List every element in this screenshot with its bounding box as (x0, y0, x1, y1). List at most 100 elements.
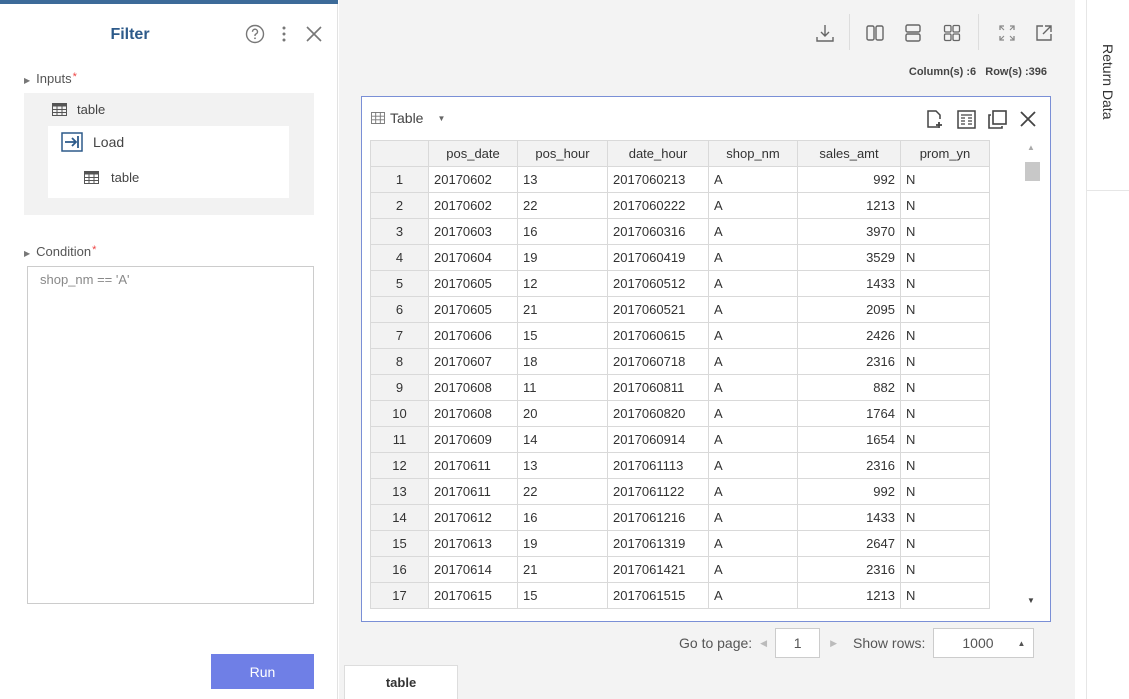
cell-prom-yn[interactable]: N (900, 270, 990, 297)
table-row[interactable]: 6 20170605 21 2017060521 A 2095 N (370, 296, 990, 323)
column-header-pos-date[interactable]: pos_date (428, 140, 518, 167)
cell-shop-nm[interactable]: A (708, 322, 798, 349)
cell-prom-yn[interactable]: N (900, 348, 990, 375)
cell-pos-date[interactable]: 20170606 (428, 322, 518, 349)
cell-pos-date[interactable]: 20170605 (428, 296, 518, 323)
table-row[interactable]: 8 20170607 18 2017060718 A 2316 N (370, 348, 990, 375)
cell-sales-amt[interactable]: 1213 (797, 582, 901, 609)
cell-prom-yn[interactable]: N (900, 322, 990, 349)
grid-layout-icon[interactable] (939, 20, 965, 46)
cell-shop-nm[interactable]: A (708, 556, 798, 583)
tab-table[interactable]: table (344, 665, 458, 699)
cell-prom-yn[interactable]: N (900, 504, 990, 531)
cell-date-hour[interactable]: 2017060521 (607, 296, 709, 323)
cell-prom-yn[interactable]: N (900, 244, 990, 271)
cell-date-hour[interactable]: 2017060316 (607, 218, 709, 245)
cell-shop-nm[interactable]: A (708, 270, 798, 297)
cell-prom-yn[interactable]: N (900, 400, 990, 427)
cell-pos-hour[interactable]: 19 (517, 530, 608, 557)
download-icon[interactable] (812, 20, 838, 46)
close-icon[interactable] (1016, 107, 1040, 131)
cell-prom-yn[interactable]: N (900, 166, 990, 193)
cell-pos-hour[interactable]: 15 (517, 322, 608, 349)
cell-pos-date[interactable]: 20170607 (428, 348, 518, 375)
cell-shop-nm[interactable]: A (708, 244, 798, 271)
table-row[interactable]: 16 20170614 21 2017061421 A 2316 N (370, 556, 990, 583)
cell-pos-date[interactable]: 20170608 (428, 400, 518, 427)
return-data-tab[interactable]: Return Data (1100, 44, 1116, 119)
scroll-up-icon[interactable]: ▲ (1027, 143, 1035, 152)
scroll-thumb[interactable] (1025, 162, 1040, 181)
table-row[interactable]: 15 20170613 19 2017061319 A 2647 N (370, 530, 990, 557)
cell-pos-hour[interactable]: 18 (517, 348, 608, 375)
cell-shop-nm[interactable]: A (708, 166, 798, 193)
cell-shop-nm[interactable]: A (708, 530, 798, 557)
condition-section-header[interactable]: ▶ Condition* (24, 244, 96, 259)
table-row[interactable]: 10 20170608 20 2017060820 A 1764 N (370, 400, 990, 427)
cell-date-hour[interactable]: 2017061216 (607, 504, 709, 531)
load-table-item[interactable]: table (84, 170, 139, 185)
cell-pos-date[interactable]: 20170604 (428, 244, 518, 271)
table-row[interactable]: 5 20170605 12 2017060512 A 1433 N (370, 270, 990, 297)
cell-date-hour[interactable]: 2017060914 (607, 426, 709, 453)
column-header-date-hour[interactable]: date_hour (607, 140, 709, 167)
inputs-section-header[interactable]: ▶ Inputs* (24, 71, 77, 86)
cell-sales-amt[interactable]: 1764 (797, 400, 901, 427)
cell-sales-amt[interactable]: 882 (797, 374, 901, 401)
load-item[interactable]: Load (61, 132, 124, 152)
cell-prom-yn[interactable]: N (900, 374, 990, 401)
open-external-icon[interactable] (1031, 20, 1057, 46)
cell-pos-date[interactable]: 20170609 (428, 426, 518, 453)
cell-prom-yn[interactable]: N (900, 556, 990, 583)
cell-sales-amt[interactable]: 2426 (797, 322, 901, 349)
cell-sales-amt[interactable]: 992 (797, 166, 901, 193)
cell-pos-date[interactable]: 20170603 (428, 218, 518, 245)
cell-date-hour[interactable]: 2017060718 (607, 348, 709, 375)
cell-pos-hour[interactable]: 11 (517, 374, 608, 401)
cell-prom-yn[interactable]: N (900, 426, 990, 453)
cell-pos-hour[interactable]: 16 (517, 504, 608, 531)
cell-date-hour[interactable]: 2017060213 (607, 166, 709, 193)
cell-prom-yn[interactable]: N (900, 296, 990, 323)
cell-sales-amt[interactable]: 1433 (797, 504, 901, 531)
cell-shop-nm[interactable]: A (708, 452, 798, 479)
data-grid[interactable]: pos_date pos_hour date_hour shop_nm sales_am… (370, 140, 1045, 614)
table-row[interactable]: 9 20170608 11 2017060811 A 882 N (370, 374, 990, 401)
column-header-shop-nm[interactable]: shop_nm (708, 140, 798, 167)
cell-date-hour[interactable]: 2017060820 (607, 400, 709, 427)
next-page-icon[interactable]: ▶ (830, 638, 837, 649)
cell-sales-amt[interactable]: 3529 (797, 244, 901, 271)
cell-sales-amt[interactable]: 1654 (797, 426, 901, 453)
cell-shop-nm[interactable]: A (708, 426, 798, 453)
cell-pos-date[interactable]: 20170608 (428, 374, 518, 401)
cell-pos-date[interactable]: 20170614 (428, 556, 518, 583)
cell-date-hour[interactable]: 2017061421 (607, 556, 709, 583)
cell-date-hour[interactable]: 2017061515 (607, 582, 709, 609)
cell-shop-nm[interactable]: A (708, 348, 798, 375)
cell-sales-amt[interactable]: 2316 (797, 348, 901, 375)
cell-sales-amt[interactable]: 1433 (797, 270, 901, 297)
cell-prom-yn[interactable]: N (900, 192, 990, 219)
cell-pos-hour[interactable]: 22 (517, 478, 608, 505)
table-row[interactable]: 12 20170611 13 2017061113 A 2316 N (370, 452, 990, 479)
cell-sales-amt[interactable]: 992 (797, 478, 901, 505)
cell-prom-yn[interactable]: N (900, 218, 990, 245)
cell-shop-nm[interactable]: A (708, 374, 798, 401)
column-header-prom-yn[interactable]: prom_yn (900, 140, 990, 167)
table-row[interactable]: 1 20170602 13 2017060213 A 992 N (370, 166, 990, 193)
table-row[interactable]: 2 20170602 22 2017060222 A 1213 N (370, 192, 990, 219)
cell-prom-yn[interactable]: N (900, 478, 990, 505)
cell-pos-hour[interactable]: 21 (517, 296, 608, 323)
split-horizontal-icon[interactable] (900, 20, 926, 46)
cell-pos-date[interactable]: 20170605 (428, 270, 518, 297)
cell-pos-hour[interactable]: 20 (517, 400, 608, 427)
table-row[interactable]: 13 20170611 22 2017061122 A 992 N (370, 478, 990, 505)
copy-icon[interactable] (985, 107, 1009, 131)
new-document-icon[interactable] (923, 107, 947, 131)
input-table-item[interactable]: table (52, 102, 105, 117)
cell-pos-hour[interactable]: 13 (517, 452, 608, 479)
cell-shop-nm[interactable]: A (708, 478, 798, 505)
cell-pos-date[interactable]: 20170613 (428, 530, 518, 557)
cell-sales-amt[interactable]: 2095 (797, 296, 901, 323)
cell-shop-nm[interactable]: A (708, 296, 798, 323)
